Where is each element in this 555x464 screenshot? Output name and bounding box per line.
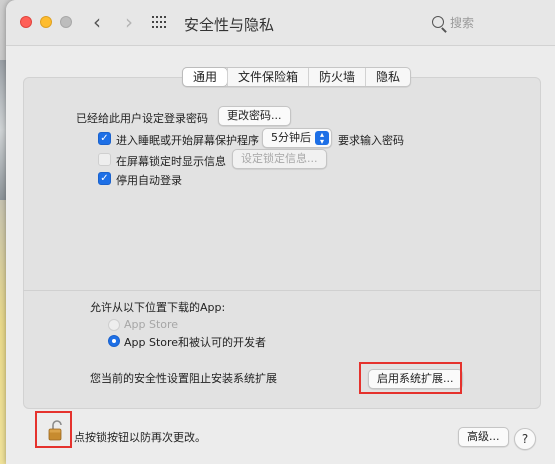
password-set-label: 已经给此用户设定登录密码: [76, 112, 208, 125]
title-bar: ‹ › 安全性与隐私: [6, 0, 555, 46]
section-divider: [23, 290, 541, 291]
require-password-checkbox[interactable]: ✓: [98, 132, 111, 145]
close-button[interactable]: [20, 16, 32, 28]
show-all-grid-icon[interactable]: [152, 16, 168, 30]
show-message-checkbox[interactable]: [98, 153, 111, 166]
disable-auto-login-checkbox[interactable]: ✓: [98, 172, 111, 185]
tab-privacy[interactable]: 隐私: [365, 68, 410, 86]
back-button[interactable]: ‹: [86, 10, 108, 34]
help-button[interactable]: ?: [514, 428, 536, 450]
general-panel: [23, 77, 541, 409]
zoom-button[interactable]: [60, 16, 72, 28]
password-delay-value: 5分钟后: [271, 131, 311, 144]
search-input[interactable]: [450, 13, 542, 33]
extensions-blocked-label: 您当前的安全性设置阻止安装系统扩展: [90, 372, 277, 385]
search-field[interactable]: [422, 11, 548, 35]
chevron-updown-icon: ▴ ▾: [315, 131, 329, 146]
radio-app-store-identified-label: App Store和被认可的开发者: [124, 336, 267, 349]
search-icon: [432, 16, 444, 28]
enable-system-extensions-button[interactable]: 启用系统扩展...: [368, 369, 463, 389]
show-message-label: 在屏幕锁定时显示信息: [116, 155, 226, 168]
disable-auto-login-label: 停用自动登录: [116, 174, 182, 187]
password-delay-select[interactable]: 5分钟后 ▴ ▾: [262, 128, 332, 148]
advanced-button[interactable]: 高级...: [458, 427, 509, 447]
radio-app-store[interactable]: [108, 319, 120, 331]
tab-bar: 通用 文件保险箱 防火墙 隐私: [182, 67, 412, 87]
change-password-button[interactable]: 更改密码...: [218, 106, 291, 126]
require-password-label: 进入睡眠或开始屏幕保护程序: [116, 134, 259, 147]
lock-hint-label: 点按锁按钮以防再次更改。: [74, 431, 206, 444]
minimize-button[interactable]: [40, 16, 52, 28]
unlocked-padlock-icon[interactable]: [48, 420, 64, 442]
allow-downloads-label: 允许从以下位置下载的App:: [90, 301, 226, 314]
require-password-suffix: 要求输入密码: [338, 134, 404, 147]
tab-firewall[interactable]: 防火墙: [308, 68, 365, 86]
security-privacy-window: ‹ › 安全性与隐私 通用 文件保险箱 防火墙 隐私 已经给此用户设定登录密码 …: [6, 0, 555, 464]
radio-app-store-identified[interactable]: [108, 335, 120, 347]
tab-filevault[interactable]: 文件保险箱: [227, 68, 308, 86]
tab-general[interactable]: 通用: [183, 68, 228, 86]
window-title: 安全性与隐私: [184, 16, 275, 34]
forward-button[interactable]: ›: [118, 10, 140, 34]
radio-app-store-label: App Store: [124, 318, 179, 331]
set-lock-message-button[interactable]: 设定锁定信息...: [232, 149, 327, 169]
